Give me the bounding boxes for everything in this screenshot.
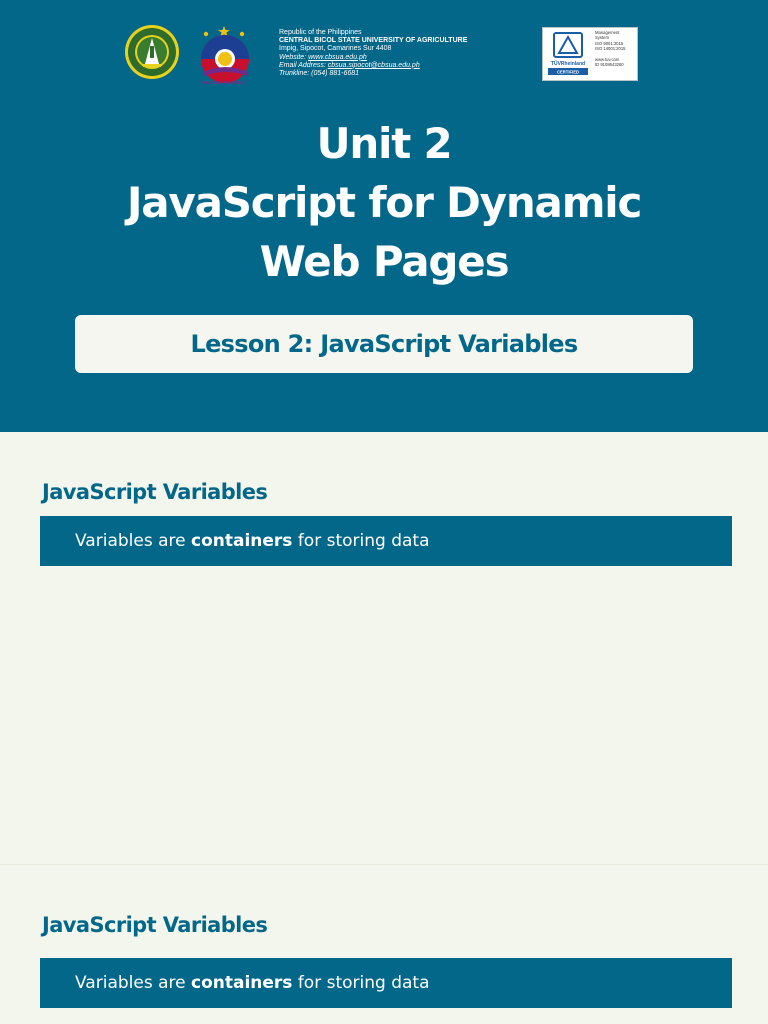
definition-bar: Variables are containers for storing dat…	[40, 516, 732, 566]
page-divider	[0, 864, 768, 865]
title-line-topic: JavaScript for Dynamic	[126, 178, 643, 227]
tuv-rheinland-logo: TÜVRheinland CERTIFIED	[545, 30, 591, 76]
website-label: Website:	[279, 53, 309, 61]
bagong-pilipinas-logo: BAGONG PILIPINAS	[192, 22, 256, 88]
email-label: Email Address:	[279, 61, 328, 69]
tuv-certified: CERTIFIED	[557, 70, 579, 75]
definition-pre: Variables are	[75, 973, 191, 993]
definition-keyword: containers	[191, 973, 293, 993]
iso-details: Management System ISO 9001:2015 ISO 1400…	[595, 30, 635, 68]
cbsua-seal-logo	[125, 25, 179, 79]
iso-id: ID 9108643260	[595, 62, 624, 68]
website-link[interactable]: www.cbsua.edu.ph	[308, 54, 367, 61]
definition-keyword: containers	[191, 531, 293, 551]
unit-title: Unit 2 JavaScript for Dynamic Web Pages	[0, 114, 768, 291]
lesson-title: Lesson 2: JavaScript Variables	[190, 330, 579, 358]
address-line: Impig, Sipocot, Camarines Sur 4408	[279, 45, 392, 53]
title-line-pages: Web Pages	[259, 237, 510, 286]
definition-post: for storing data	[292, 973, 430, 993]
trunkline: Trunkline: (054) 881-6681	[279, 70, 360, 78]
email-link[interactable]: cbsua.sipocot@cbsua.edu.ph	[328, 62, 420, 69]
bagong-pilipinas-caption: BAGONG PILIPINAS	[202, 80, 246, 85]
iso-14001: ISO 14001:2015	[595, 45, 626, 51]
section-heading: JavaScript Variables	[42, 913, 268, 937]
definition-post: for storing data	[292, 531, 430, 551]
definition-text: Variables are containers for storing dat…	[40, 973, 430, 993]
definition-bar: Variables are containers for storing dat…	[40, 958, 732, 1008]
definition-pre: Variables are	[75, 531, 191, 551]
title-line-unit: Unit 2	[316, 119, 452, 168]
email-line: Email Address: cbsua.sipocot@cbsua.edu.p…	[279, 62, 529, 70]
iso-certification-badge: TÜVRheinland CERTIFIED Management System…	[542, 27, 638, 81]
university-name: CENTRAL BICOL STATE UNIVERSITY OF AGRICU…	[279, 37, 468, 45]
university-info: Republic of the Philippines CENTRAL BICO…	[279, 29, 529, 78]
section-heading: JavaScript Variables	[42, 480, 268, 504]
document-page: BAGONG PILIPINAS Republic of the Philipp…	[0, 0, 768, 1024]
website-line: Website: www.cbsua.edu.ph	[279, 54, 529, 62]
lesson-banner: Lesson 2: JavaScript Variables	[75, 315, 693, 373]
tuv-brand: TÜVRheinland	[551, 60, 585, 67]
header-banner: BAGONG PILIPINAS Republic of the Philipp…	[0, 0, 768, 432]
definition-text: Variables are containers for storing dat…	[40, 531, 430, 551]
republic-line: Republic of the Philippines	[279, 29, 362, 36]
